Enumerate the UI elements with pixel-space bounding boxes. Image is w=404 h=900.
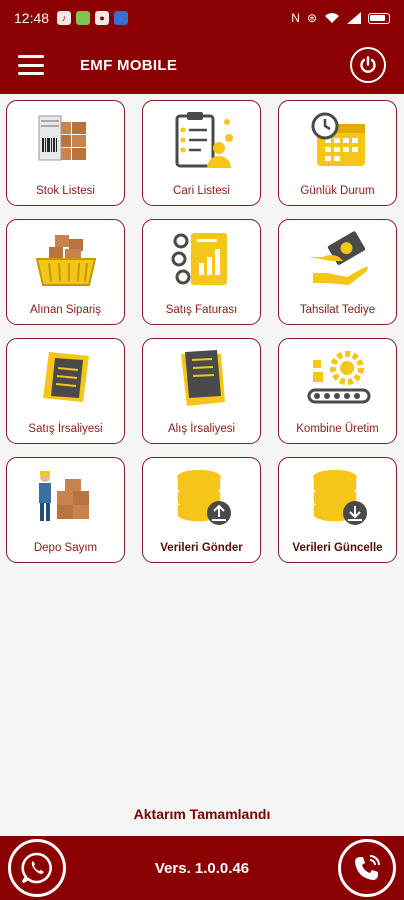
phone-call-icon xyxy=(355,855,380,880)
tile-label: Günlük Durum xyxy=(300,185,375,197)
tile-verileri-gonder[interactable]: Verileri Gönder xyxy=(142,457,261,563)
cash-hand-icon xyxy=(299,224,377,296)
app-bar: EMF MOBILE xyxy=(0,36,404,94)
hamburger-menu-icon[interactable] xyxy=(18,55,44,75)
tile-cari-listesi[interactable]: Cari Listesi xyxy=(142,100,261,206)
database-upload-icon xyxy=(163,462,241,534)
status-time: 12:48 xyxy=(14,10,50,26)
power-icon xyxy=(360,56,376,73)
tile-label: Alınan Sipariş xyxy=(30,304,101,316)
tile-satis-faturasi[interactable]: Satış Faturası xyxy=(142,219,261,325)
power-button[interactable] xyxy=(350,47,386,83)
basket-boxes-icon xyxy=(27,224,105,296)
tile-kombine-uretim[interactable]: Kombine Üretim xyxy=(278,338,397,444)
tile-label: Satış Faturası xyxy=(165,304,238,316)
game-icon: ● xyxy=(95,11,110,25)
tile-label: Tahsilat Tediye xyxy=(299,304,376,316)
tile-label: Cari Listesi xyxy=(173,185,230,197)
phone-call-button[interactable] xyxy=(338,839,396,897)
whatsapp-icon xyxy=(21,852,52,884)
wifi-icon xyxy=(325,13,339,23)
nfc-icon: N xyxy=(291,11,300,25)
tile-satis-irsaliyesi[interactable]: Satış İrsaliyesi xyxy=(6,338,125,444)
messages-icon xyxy=(76,11,91,25)
clipboard-customers-icon xyxy=(163,105,241,177)
tile-label: Kombine Üretim xyxy=(296,423,379,435)
signal-icon xyxy=(347,12,361,24)
menu-grid: Stok Listesi Cari Listesi Günlük Durum A… xyxy=(6,100,398,563)
invoice-chart-icon xyxy=(163,224,241,296)
vibrate-icon: ⊛ xyxy=(306,11,317,25)
tile-gunluk-durum[interactable]: Günlük Durum xyxy=(278,100,397,206)
version-label: Vers. 1.0.0.46 xyxy=(154,859,250,877)
tile-label: Verileri Gönder xyxy=(160,542,243,554)
tile-label: Satış İrsaliyesi xyxy=(28,423,103,435)
bottom-bar: Vers. 1.0.0.46 xyxy=(0,836,404,900)
tile-depo-sayim[interactable]: Depo Sayım xyxy=(6,457,125,563)
tile-label: Verileri Güncelle xyxy=(292,542,383,554)
tile-alis-irsaliyesi[interactable]: Alış İrsaliyesi xyxy=(142,338,261,444)
tile-verileri-guncelle[interactable]: Verileri Güncelle xyxy=(278,457,397,563)
tile-stok-listesi[interactable]: Stok Listesi xyxy=(6,100,125,206)
worker-boxes-icon xyxy=(27,462,105,534)
tile-tahsilat-tediye[interactable]: Tahsilat Tediye xyxy=(278,219,397,325)
battery-icon xyxy=(368,12,390,24)
document-icon xyxy=(163,343,241,415)
conveyor-gear-icon xyxy=(299,343,377,415)
tile-label: Alış İrsaliyesi xyxy=(167,423,236,435)
warehouse-barcode-icon xyxy=(27,105,105,177)
status-bar: 12:48 ♪ ● N ⊛ xyxy=(0,0,404,36)
document-icon xyxy=(27,343,105,415)
status-message: Aktarım Tamamlandı xyxy=(133,806,271,822)
tile-alinan-siparis[interactable]: Alınan Sipariş xyxy=(6,219,125,325)
tile-label: Stok Listesi xyxy=(36,185,95,197)
tile-label: Depo Sayım xyxy=(33,542,98,554)
app-title: EMF MOBILE xyxy=(80,56,178,74)
tiktok-icon: ♪ xyxy=(57,11,72,25)
vpn-icon xyxy=(114,11,129,25)
database-download-icon xyxy=(299,462,377,534)
calendar-clock-icon xyxy=(299,105,377,177)
whatsapp-button[interactable] xyxy=(8,839,66,897)
